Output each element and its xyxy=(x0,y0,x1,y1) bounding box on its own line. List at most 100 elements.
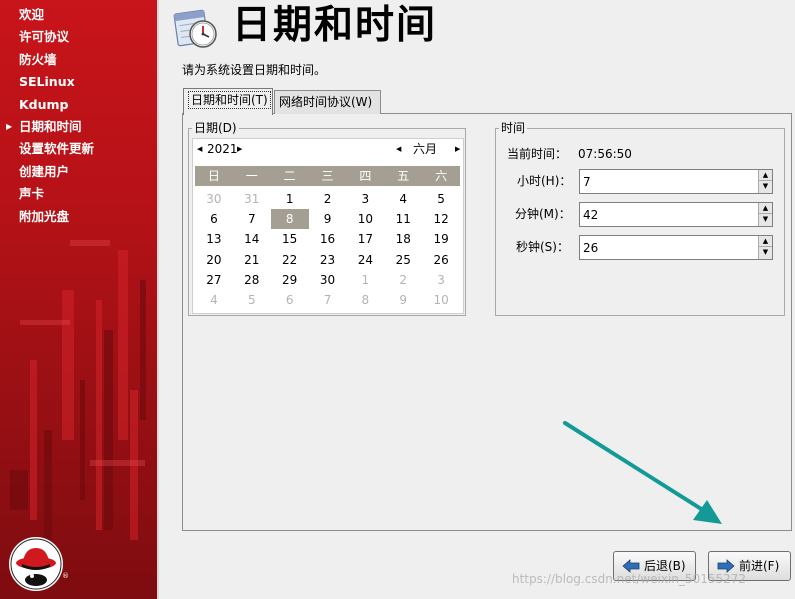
minute-input[interactable] xyxy=(580,203,758,226)
tab-network-time-protocol[interactable]: 网络时间协议(W) xyxy=(274,90,381,114)
sidebar-item-label: Kdump xyxy=(19,96,69,112)
sidebar-item-label: SELinux xyxy=(19,74,75,90)
month-next-arrow-icon[interactable]: ▶ xyxy=(455,140,460,158)
calendar-day[interactable]: 17 xyxy=(346,229,384,249)
sidebar-edge xyxy=(157,0,159,599)
calendar-day[interactable]: 10 xyxy=(422,290,460,310)
calendar-day[interactable]: 22 xyxy=(271,250,309,270)
sidebar-item-label: 创建用户 xyxy=(19,163,70,179)
calendar-day[interactable]: 11 xyxy=(384,209,422,229)
sidebar-item: 声卡 xyxy=(0,183,157,205)
calendar-week: 27 28 29 30 1 2 3 xyxy=(195,270,460,290)
calendar-day[interactable]: 27 xyxy=(195,270,233,290)
weekday-label: 日 xyxy=(207,169,220,183)
calendar-day[interactable]: 3 xyxy=(422,270,460,290)
back-arrow-icon xyxy=(622,559,640,573)
minute-down-arrow-icon[interactable]: ▼ xyxy=(759,214,772,225)
calendar-day[interactable]: 31 xyxy=(233,189,271,209)
second-spin-buttons: ▲ ▼ xyxy=(758,236,772,259)
date-frame-legend: 日期(D) xyxy=(192,121,239,135)
calendar-day[interactable]: 1 xyxy=(271,189,309,209)
calendar-day[interactable]: 9 xyxy=(384,290,422,310)
calendar-day[interactable]: 8 xyxy=(346,290,384,310)
calendar-day[interactable]: 29 xyxy=(271,270,309,290)
calendar-day[interactable]: 5 xyxy=(422,189,460,209)
weekday-label: 六 xyxy=(435,169,448,183)
calendar-day-selected[interactable]: 8 xyxy=(270,209,309,230)
calendar-day[interactable]: 7 xyxy=(233,209,271,229)
minute-label: 分钟(M)： xyxy=(515,207,571,221)
weekday-label: 五 xyxy=(397,169,410,183)
calendar-day[interactable]: 16 xyxy=(309,229,347,249)
calendar-day[interactable]: 5 xyxy=(233,290,271,310)
second-label: 秒钟(S)： xyxy=(516,240,569,254)
hour-up-arrow-icon[interactable]: ▲ xyxy=(759,170,772,181)
sidebar-item-label: 欢迎 xyxy=(19,7,45,22)
calendar-day[interactable]: 10 xyxy=(346,209,384,229)
hour-spinbox: ▲ ▼ xyxy=(579,169,773,194)
current-step-arrow-icon: ▶ xyxy=(6,121,13,131)
weekday-header: 日一二三四五六 xyxy=(195,166,460,186)
hour-input[interactable] xyxy=(580,170,758,193)
calendar-day[interactable]: 21 xyxy=(233,250,271,270)
sidebar-item: 创建用户 xyxy=(0,161,157,183)
calendar-day[interactable]: 15 xyxy=(271,229,309,249)
sidebar-item: ▶ 日期和时间 xyxy=(0,116,157,138)
calendar-day[interactable]: 23 xyxy=(309,250,347,270)
registered-mark: ® xyxy=(62,572,69,580)
calendar-day[interactable]: 4 xyxy=(384,189,422,209)
calendar-day[interactable]: 4 xyxy=(195,290,233,310)
calendar-day[interactable]: 1 xyxy=(346,270,384,290)
next-button-label: 前进(F) xyxy=(739,559,780,573)
calendar-day[interactable]: 7 xyxy=(309,290,347,310)
year-prev-arrow-icon[interactable]: ◀ xyxy=(197,140,202,158)
calendar-week: 20 21 22 23 24 25 26 xyxy=(195,250,460,270)
calendar-day[interactable]: 14 xyxy=(233,229,271,249)
sidebar-item-label: 声卡 xyxy=(19,186,45,202)
sidebar-item-label: 设置软件更新 xyxy=(19,141,95,157)
current-time-label: 当前时间： xyxy=(507,147,568,161)
calendar-day[interactable]: 9 xyxy=(309,209,347,229)
second-input[interactable] xyxy=(580,236,758,259)
calendar-day[interactable]: 28 xyxy=(233,270,271,290)
calendar-clock-icon xyxy=(173,9,217,48)
sidebar-item-label: 日期和时间 xyxy=(19,118,82,134)
second-down-arrow-icon[interactable]: ▼ xyxy=(759,247,772,258)
calendar-day[interactable]: 25 xyxy=(384,250,422,270)
calendar-day[interactable]: 13 xyxy=(195,229,233,249)
minute-spinbox: ▲ ▼ xyxy=(579,202,773,227)
month-prev-arrow-icon[interactable]: ◀ xyxy=(396,140,401,158)
calendar-day[interactable]: 30 xyxy=(195,189,233,209)
calendar-day[interactable]: 19 xyxy=(422,229,460,249)
calendar-day[interactable]: 2 xyxy=(309,189,347,209)
redhat-logo xyxy=(9,537,63,591)
calendar-day[interactable]: 26 xyxy=(422,250,460,270)
calendar-day[interactable]: 18 xyxy=(384,229,422,249)
calendar-day[interactable]: 12 xyxy=(422,209,460,229)
minute-up-arrow-icon[interactable]: ▲ xyxy=(759,203,772,214)
calendar-week: 4 5 6 7 8 9 10 xyxy=(195,290,460,310)
year-value: 2021 xyxy=(207,142,238,156)
second-up-arrow-icon[interactable]: ▲ xyxy=(759,236,772,247)
calendar-day[interactable]: 2 xyxy=(384,270,422,290)
calendar-days: 30 31 1 2 3 4 5 6 7 8 9 10 11 12 13 14 15 16 17 18 19 20 21 22 2… xyxy=(195,189,460,310)
instruction-text: 请为系统设置日期和时间。 xyxy=(182,63,327,77)
tab-date-time[interactable]: 日期和时间(T) xyxy=(183,88,273,115)
hour-spin-buttons: ▲ ▼ xyxy=(758,170,772,193)
sidebar-item-label: 防火墙 xyxy=(19,51,57,67)
weekday-label: 二 xyxy=(283,169,296,183)
calendar-day[interactable]: 6 xyxy=(271,290,309,310)
second-spinbox: ▲ ▼ xyxy=(579,235,773,260)
calendar-day[interactable]: 24 xyxy=(346,250,384,270)
year-next-arrow-icon[interactable]: ▶ xyxy=(237,140,242,158)
weekday-label: 三 xyxy=(321,169,334,183)
page-title: 日期和时间 xyxy=(232,3,438,48)
calendar-week: 6 7 8 9 10 11 12 xyxy=(195,209,460,230)
hour-down-arrow-icon[interactable]: ▼ xyxy=(759,181,772,192)
calendar-day[interactable]: 30 xyxy=(309,270,347,290)
tab-date-time-label: 日期和时间(T) xyxy=(188,91,271,109)
sidebar-item-label: 许可协议 xyxy=(19,29,70,45)
calendar-day[interactable]: 6 xyxy=(195,209,233,229)
calendar-day[interactable]: 20 xyxy=(195,250,233,270)
calendar-day[interactable]: 3 xyxy=(346,189,384,209)
